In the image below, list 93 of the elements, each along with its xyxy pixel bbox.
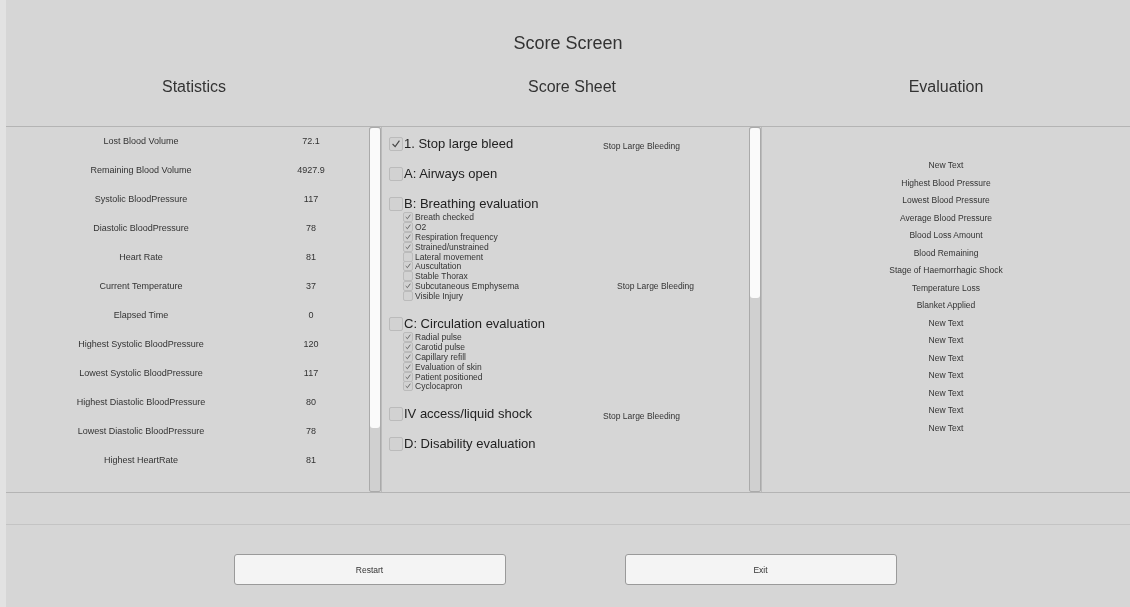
scrollbar[interactable] bbox=[369, 127, 381, 492]
stat-label: Current Temperature bbox=[99, 281, 183, 291]
checkbox[interactable] bbox=[403, 351, 413, 362]
evaluation-text: New Text bbox=[928, 352, 964, 363]
stat-label: Diastolic BloodPressure bbox=[93, 223, 189, 233]
stat-label: Lowest Systolic BloodPressure bbox=[79, 368, 203, 378]
stat-value: 80 bbox=[306, 397, 316, 407]
item-label: Visible Injury bbox=[415, 291, 464, 302]
checkbox[interactable] bbox=[403, 231, 413, 242]
evaluation-text: New Text bbox=[928, 370, 964, 380]
item-label: Stable Thorax bbox=[415, 271, 468, 282]
checkbox[interactable] bbox=[389, 406, 403, 421]
checkbox[interactable] bbox=[389, 436, 403, 451]
stat-value: 72.1 bbox=[302, 136, 320, 146]
stat-label: Lost Blood Volume bbox=[103, 136, 179, 146]
item-label: Lateral movement bbox=[415, 251, 484, 262]
evaluation-text: Temperature Loss bbox=[911, 282, 980, 293]
note-text: Stop Large Bleeding bbox=[616, 281, 695, 292]
item-label: Radial pulse bbox=[415, 331, 462, 342]
screen-title: Score Screen bbox=[513, 33, 623, 54]
evaluation-text: Blood Loss Amount bbox=[909, 230, 983, 240]
item-label: Capillary refill bbox=[415, 351, 466, 362]
checkbox[interactable] bbox=[403, 271, 413, 282]
stat-label: Highest Systolic BloodPressure bbox=[78, 339, 204, 349]
item-label: Breath checked bbox=[415, 211, 475, 222]
evaluation-text: Blood Remaining bbox=[913, 247, 979, 258]
checkbox[interactable] bbox=[389, 166, 403, 181]
column-heading: Evaluation bbox=[908, 78, 984, 96]
item-label: Subcutaneous Emphysema bbox=[415, 281, 519, 292]
section-label: 1. Stop large bleed bbox=[404, 136, 514, 151]
checkbox[interactable] bbox=[403, 261, 413, 272]
checkbox[interactable] bbox=[403, 211, 413, 222]
evaluation-text: New Text bbox=[928, 405, 964, 415]
section-label: C: Circulation evaluation bbox=[404, 316, 545, 331]
evaluation-text: Average Blood Pressure bbox=[900, 212, 992, 223]
stat-value: 117 bbox=[303, 194, 319, 204]
stat-value: 117 bbox=[303, 368, 319, 378]
checkbox[interactable] bbox=[403, 291, 413, 302]
checkbox[interactable] bbox=[403, 281, 413, 292]
evaluation-text: New Text bbox=[928, 160, 964, 170]
column-heading: Score Sheet bbox=[527, 78, 617, 96]
checkbox[interactable] bbox=[403, 381, 413, 392]
item-label: Carotid pulse bbox=[415, 341, 466, 352]
checkbox[interactable] bbox=[403, 361, 413, 372]
section-label: IV access/liquid shock bbox=[404, 406, 532, 422]
checkbox[interactable] bbox=[403, 371, 413, 382]
section-label: D: Disability evaluation bbox=[404, 436, 536, 452]
evaluation-text: New Text bbox=[928, 422, 964, 433]
action-button[interactable]: Restart bbox=[233, 554, 506, 585]
stat-value: 120 bbox=[303, 339, 319, 349]
action-button[interactable]: Exit bbox=[624, 554, 897, 585]
checkbox[interactable] bbox=[403, 331, 413, 342]
stat-label: Remaining Blood Volume bbox=[90, 165, 192, 175]
checkbox[interactable] bbox=[403, 241, 413, 252]
checkbox[interactable] bbox=[389, 316, 403, 331]
stat-value: 78 bbox=[306, 223, 316, 233]
evaluation-text: New Text bbox=[928, 387, 964, 398]
evaluation-text: Highest Blood Pressure bbox=[901, 177, 991, 188]
note-text: Stop Large Bleeding bbox=[602, 411, 681, 422]
item-label: Evaluation of skin bbox=[415, 361, 482, 372]
item-label: Respiration frequency bbox=[415, 231, 498, 242]
stat-label: Elapsed Time bbox=[113, 310, 169, 320]
checkbox[interactable] bbox=[403, 341, 413, 352]
checkbox[interactable] bbox=[389, 196, 403, 211]
stat-label: Highest Diastolic BloodPressure bbox=[76, 397, 206, 407]
evaluation-text: Blanket Applied bbox=[916, 300, 976, 310]
stat-value: 4927.9 bbox=[297, 165, 325, 175]
stat-label: Systolic BloodPressure bbox=[94, 194, 188, 204]
note-text: Stop Large Bleeding bbox=[602, 141, 681, 151]
section-label: B: Breathing evaluation bbox=[404, 196, 539, 211]
stat-value: 0 bbox=[308, 310, 314, 320]
stat-value: 81 bbox=[306, 252, 316, 262]
stat-label: Heart Rate bbox=[119, 252, 163, 262]
stat-value: 81 bbox=[306, 455, 316, 465]
stat-value: 37 bbox=[306, 281, 316, 291]
column-heading: Statistics bbox=[162, 78, 226, 96]
evaluation-text: New Text bbox=[928, 317, 964, 328]
item-label: Auscultation bbox=[415, 261, 462, 272]
item-label: O2 bbox=[415, 221, 427, 232]
checkbox[interactable] bbox=[403, 221, 413, 232]
stat-value: 78 bbox=[306, 426, 316, 436]
section-label: A: Airways open bbox=[404, 166, 498, 181]
checkbox[interactable] bbox=[389, 136, 403, 151]
item-label: Strained/unstrained bbox=[415, 241, 489, 252]
stat-label: Highest HeartRate bbox=[103, 455, 178, 465]
checkbox[interactable] bbox=[403, 251, 413, 262]
scrollbar[interactable] bbox=[749, 127, 761, 492]
evaluation-text: Lowest Blood Pressure bbox=[902, 195, 990, 205]
evaluation-text: Stage of Haemorrhagic Shock bbox=[889, 265, 1003, 275]
evaluation-text: New Text bbox=[928, 335, 964, 345]
stat-label: Lowest Diastolic BloodPressure bbox=[77, 426, 205, 436]
item-label: Patient positioned bbox=[415, 371, 483, 382]
item-label: Cyclocapron bbox=[415, 381, 463, 392]
